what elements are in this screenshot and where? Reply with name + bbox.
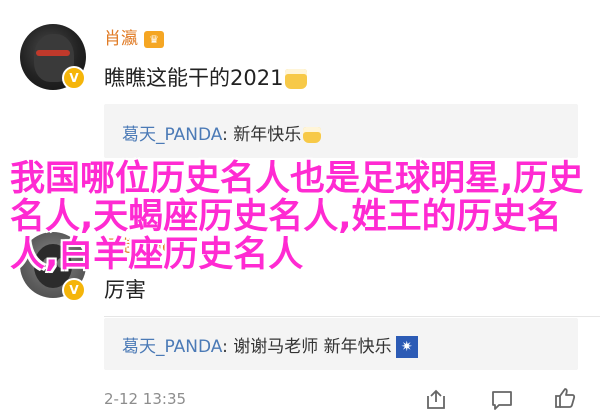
reply-separator: : bbox=[222, 125, 228, 145]
reply-box[interactable]: 葛天_PANDA: 新年快乐 bbox=[104, 104, 578, 158]
reply-separator: : bbox=[222, 337, 228, 357]
comment-time: 2-12 13:35 bbox=[104, 390, 187, 408]
reply-box[interactable]: 葛天_PANDA: 谢谢马老师 新年快乐 ✷ bbox=[104, 318, 578, 370]
overlay-title: 我国哪位历史名人也是足球明星,历史名人,天蝎座历史名人,姓王的历史名人,白羊座历… bbox=[10, 159, 584, 275]
comment-text: 厉害 bbox=[104, 278, 146, 302]
reply-text: 新年快乐 bbox=[233, 125, 302, 145]
share-icon[interactable] bbox=[424, 388, 448, 412]
comment-text: 瞧瞧这能干的2021 bbox=[104, 66, 284, 90]
beer-icon bbox=[285, 69, 308, 89]
reply-text: 谢谢马老师 新年快乐 bbox=[233, 337, 392, 357]
reply-username[interactable]: 葛天_PANDA bbox=[122, 337, 222, 357]
crown-icon: ♛ bbox=[144, 31, 164, 48]
divider bbox=[104, 316, 600, 317]
comment-icon[interactable] bbox=[490, 388, 514, 412]
sparkle-icon: ✷ bbox=[395, 336, 418, 358]
reply-username[interactable]: 葛天_PANDA bbox=[122, 125, 222, 145]
thumbs-up-icon[interactable] bbox=[553, 386, 577, 410]
verified-badge-icon: V bbox=[62, 66, 86, 90]
beer-icon bbox=[303, 127, 322, 143]
verified-badge-icon: V bbox=[62, 278, 86, 302]
username[interactable]: 肖瀛 bbox=[104, 29, 138, 49]
